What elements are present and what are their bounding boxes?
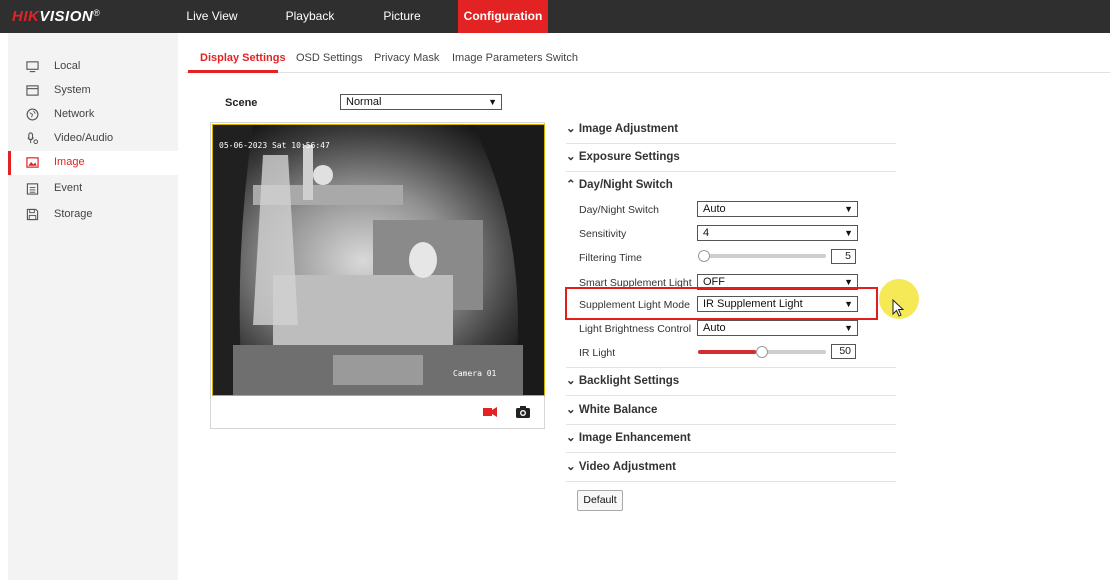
chevron-down-icon: ▼ <box>844 323 853 333</box>
chevron-down-icon: ⌄ <box>566 432 576 444</box>
tab-display-settings[interactable]: Display Settings <box>200 52 286 64</box>
select-value: Auto <box>703 322 726 334</box>
section-backlight-settings[interactable]: ⌄ Backlight Settings <box>566 373 896 393</box>
live-preview-panel: 05-06-2023 Sat 10:56:47 Camera 01 <box>210 122 545 429</box>
ir-light-input[interactable]: 50 <box>831 344 856 359</box>
section-image-adjustment[interactable]: ⌄ Image Adjustment <box>566 121 896 141</box>
image-icon <box>26 157 39 168</box>
ir-light-slider[interactable] <box>698 346 826 358</box>
section-white-balance[interactable]: ⌄ White Balance <box>566 402 896 422</box>
sidebar-item-label: System <box>54 84 91 96</box>
sidebar-item-label: Video/Audio <box>54 132 114 144</box>
section-title: Backlight Settings <box>578 375 680 387</box>
section-title: Image Enhancement <box>578 432 691 444</box>
ir-light-label: IR Light <box>579 347 616 359</box>
chevron-down-icon: ⌄ <box>566 461 576 473</box>
active-tab-indicator <box>188 70 278 73</box>
sidebar-item-label: Event <box>54 182 83 194</box>
sidebar-item-video-audio[interactable]: Video/Audio <box>8 127 178 151</box>
ir-night-scene-image <box>213 125 544 395</box>
osd-timestamp: 05-06-2023 Sat 10:56:47 <box>219 141 330 150</box>
filtering-time-label: Filtering Time <box>579 252 643 264</box>
section-title: Video Adjustment <box>578 461 676 473</box>
section-title: Day/Night Switch <box>578 179 673 191</box>
osd-camera-name: Camera 01 <box>453 369 497 378</box>
nav-picture[interactable]: Picture <box>376 0 428 33</box>
section-title: White Balance <box>578 404 658 416</box>
sidebar-item-image[interactable]: Image <box>8 151 178 175</box>
section-divider <box>566 143 896 144</box>
record-icon[interactable] <box>483 406 497 418</box>
sidebar-item-event[interactable]: Event <box>8 177 178 201</box>
scene-select-value: Normal <box>346 96 382 108</box>
section-exposure-settings[interactable]: ⌄ Exposure Settings <box>566 149 896 169</box>
section-image-enhancement[interactable]: ⌄ Image Enhancement <box>566 430 896 450</box>
nav-configuration[interactable]: Configuration <box>458 0 548 33</box>
tab-privacy-mask[interactable]: Privacy Mask <box>374 52 439 64</box>
sidebar-item-label: Storage <box>54 208 93 220</box>
nav-playback[interactable]: Playback <box>281 0 339 33</box>
section-divider <box>566 367 896 368</box>
chevron-down-icon: ▼ <box>844 204 853 214</box>
nav-live-view[interactable]: Live View <box>186 0 238 33</box>
sidebar-item-storage[interactable]: Storage <box>8 203 178 227</box>
section-divider <box>566 452 896 453</box>
scene-label: Scene <box>225 97 258 109</box>
sidebar-item-label: Local <box>54 60 81 72</box>
filtering-time-slider[interactable] <box>698 250 826 262</box>
slider-fill <box>698 350 756 354</box>
chevron-down-icon: ⌄ <box>566 151 576 163</box>
sidebar-item-network[interactable]: Network <box>8 103 178 127</box>
tab-divider <box>185 72 1110 73</box>
filtering-time-input[interactable]: 5 <box>831 249 856 264</box>
slider-handle[interactable] <box>756 346 768 358</box>
default-button[interactable]: Default <box>577 490 623 511</box>
system-icon <box>26 85 39 96</box>
sidebar-item-local[interactable]: Local <box>8 55 178 79</box>
section-divider <box>566 171 896 172</box>
light-brightness-control-label: Light Brightness Control <box>579 323 692 335</box>
section-video-adjustment[interactable]: ⌄ Video Adjustment <box>566 459 896 479</box>
calendar-icon <box>26 183 39 195</box>
camera-icon[interactable] <box>516 406 530 418</box>
chevron-up-icon: ⌃ <box>566 179 576 191</box>
day-night-switch-select[interactable]: Auto ▼ <box>697 201 858 217</box>
light-brightness-control-select[interactable]: Auto ▼ <box>697 320 858 336</box>
scene-select[interactable]: Normal ▼ <box>340 94 502 110</box>
section-divider <box>566 481 896 482</box>
day-night-switch-label: Day/Night Switch <box>579 204 659 216</box>
chevron-down-icon: ▼ <box>488 97 497 107</box>
monitor-icon <box>26 61 39 73</box>
section-title: Image Adjustment <box>578 123 679 135</box>
storage-icon <box>26 208 39 221</box>
sidebar-item-system[interactable]: System <box>8 79 178 103</box>
camera-video-feed[interactable]: 05-06-2023 Sat 10:56:47 Camera 01 <box>212 124 545 396</box>
section-day-night-switch[interactable]: ⌃ Day/Night Switch <box>566 177 896 197</box>
globe-icon <box>26 108 39 121</box>
sidebar-item-label: Network <box>54 108 95 120</box>
tab-image-parameters-switch[interactable]: Image Parameters Switch <box>452 52 578 64</box>
chevron-down-icon: ⌄ <box>566 123 576 135</box>
tab-osd-settings[interactable]: OSD Settings <box>296 52 363 64</box>
select-value: Auto <box>703 203 726 215</box>
chevron-down-icon: ⌄ <box>566 375 576 387</box>
sidebar: Local System Network Video/Audio Image E… <box>8 33 178 580</box>
highlight-box <box>565 287 878 320</box>
hikvision-logo: HIKVISION® <box>12 8 101 25</box>
sensitivity-label: Sensitivity <box>579 228 627 240</box>
select-value: 4 <box>703 227 710 239</box>
section-divider <box>566 424 896 425</box>
sensitivity-select[interactable]: 4 ▼ <box>697 225 858 241</box>
chevron-down-icon: ⌄ <box>566 404 576 416</box>
top-navigation-bar: HIKVISION® Live View Playback Picture Co… <box>0 0 1110 33</box>
section-divider <box>566 395 896 396</box>
sidebar-item-label: Image <box>54 156 85 168</box>
mouse-cursor-icon <box>892 299 904 317</box>
chevron-down-icon: ▼ <box>844 228 853 238</box>
section-title: Exposure Settings <box>578 151 680 163</box>
video-audio-icon <box>27 132 39 145</box>
slider-handle[interactable] <box>698 250 710 262</box>
